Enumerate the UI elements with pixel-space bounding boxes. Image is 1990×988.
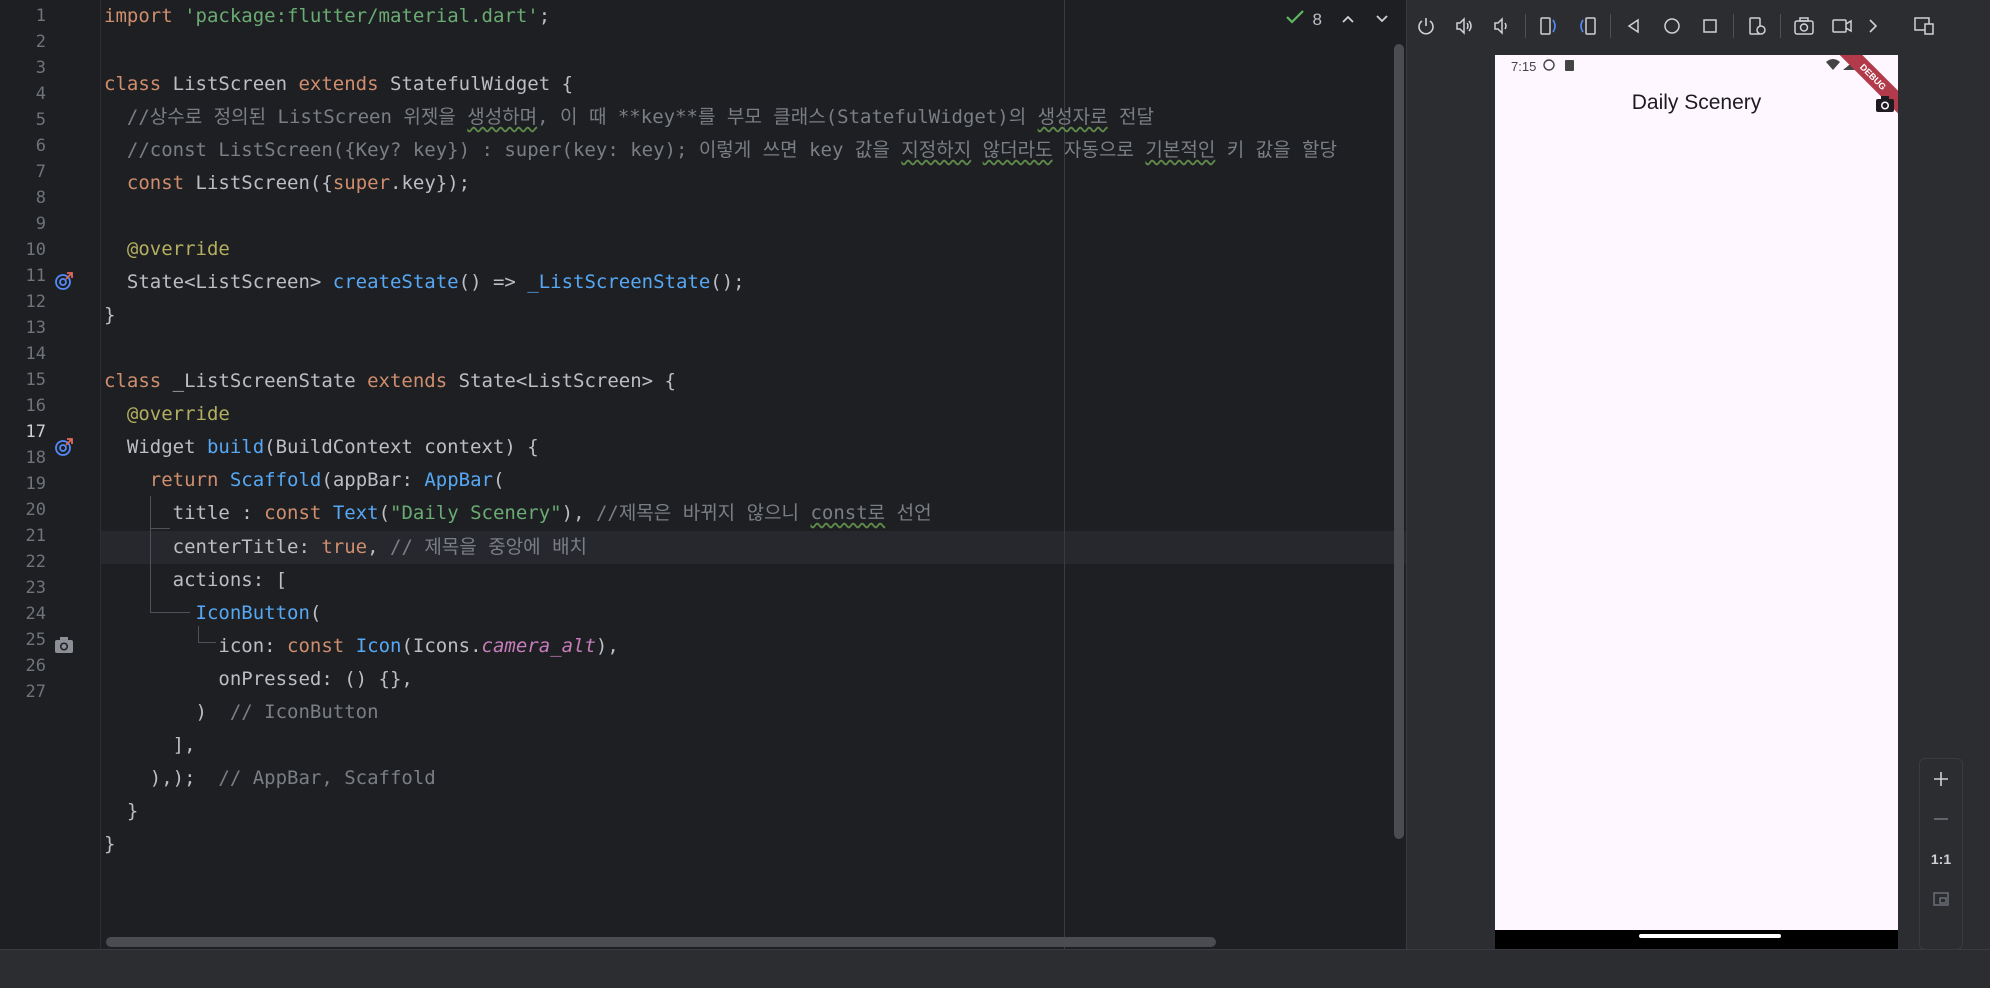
inspection-count: 8 [1312, 9, 1322, 29]
check-icon [1285, 8, 1305, 31]
running-devices-panel: 7:15 DEBUG Daily Scenery 1:1 [1406, 0, 1990, 950]
minus-icon[interactable] [1920, 799, 1962, 839]
code-line: ) // IconButton [104, 701, 379, 723]
record-icon[interactable] [1823, 6, 1861, 46]
override-icon[interactable] [54, 437, 74, 457]
code-line: class ListScreen extends StatefulWidget … [104, 73, 574, 95]
screenshot-icon[interactable] [1785, 6, 1823, 46]
rotate-right-icon[interactable] [1568, 6, 1606, 46]
code-line: return Scaffold(appBar: AppBar( [149, 469, 505, 491]
camera-icon[interactable] [1875, 95, 1895, 115]
rotate-left-icon[interactable] [1530, 6, 1568, 46]
home-icon[interactable] [1653, 6, 1691, 46]
code-line: } [104, 800, 139, 822]
code-line-current: centerTitle: true, // 제목을 중앙에 배치 [104, 536, 588, 558]
code-line: @override [104, 238, 230, 260]
vertical-scrollbar[interactable] [1394, 44, 1404, 839]
app-bar-title: Daily Scenery [1631, 91, 1762, 114]
code-area[interactable]: import 'package:flutter/material.dart'; … [104, 0, 1404, 949]
emulator-toolbar [1407, 0, 1990, 52]
gesture-nav-bar [1495, 930, 1898, 950]
more-icon[interactable] [1861, 6, 1885, 46]
horizontal-scrollbar[interactable] [106, 937, 1216, 947]
code-line: Widget build(BuildContext context) { [104, 436, 539, 458]
override-icon[interactable] [54, 271, 74, 291]
camera-icon [54, 635, 74, 655]
code-line: ], [104, 734, 196, 756]
chevron-down-icon[interactable] [1374, 10, 1390, 30]
fit-screen-icon[interactable] [1920, 879, 1962, 919]
back-icon[interactable] [1615, 6, 1653, 46]
phone-status-bar: 7:15 [1495, 55, 1898, 77]
status-time: 7:15 [1511, 59, 1537, 74]
code-line: @override [104, 403, 230, 425]
zoom-controls: 1:1 [1919, 758, 1963, 950]
code-line: const ListScreen({super.key}); [126, 172, 471, 194]
status-icons [1543, 58, 1579, 75]
code-line: //const ListScreen({Key? key}) : super(k… [104, 139, 1338, 161]
code-line: } [104, 833, 116, 855]
code-line: State<ListScreen> createState() => _List… [104, 271, 745, 293]
code-line: import 'package:flutter/material.dart'; [104, 5, 551, 27]
inspection-widget[interactable]: 8 [1285, 8, 1390, 31]
device-screen[interactable]: 7:15 DEBUG Daily Scenery [1495, 55, 1898, 950]
code-line: onPressed: () {}, [104, 668, 413, 690]
home-handle[interactable] [1639, 934, 1781, 938]
code-line: icon: const Icon(Icons.camera_alt), [104, 635, 619, 657]
code-line: actions: [ [104, 569, 288, 591]
code-line: title : const Text("Daily Scenery"), //제… [104, 502, 932, 524]
volume-down-icon[interactable] [1483, 6, 1521, 46]
plus-icon[interactable] [1920, 759, 1962, 799]
zoom-ratio-button[interactable]: 1:1 [1920, 839, 1962, 879]
code-line: IconButton( [195, 602, 322, 624]
overview-icon[interactable] [1691, 6, 1729, 46]
code-line: ),); // AppBar, Scaffold [104, 767, 436, 789]
settings-icon[interactable] [1738, 6, 1776, 46]
device-mirror-icon[interactable] [1905, 6, 1943, 46]
chevron-up-icon[interactable] [1340, 10, 1356, 30]
volume-up-icon[interactable] [1445, 6, 1483, 46]
code-line: class _ListScreenState extends State<Lis… [104, 370, 676, 392]
code-line: } [104, 304, 116, 326]
ide-status-bar [0, 949, 1990, 988]
code-editor[interactable]: 1 2 3 4 5 6 7 8 9 10 11 12 13 14 15 16 1… [0, 0, 1406, 949]
power-icon[interactable] [1407, 6, 1445, 46]
line-number: 27 [25, 682, 46, 702]
code-line: //상수로 정의된 ListScreen 위젯을 생성하며, 이 때 **key… [104, 106, 1154, 128]
